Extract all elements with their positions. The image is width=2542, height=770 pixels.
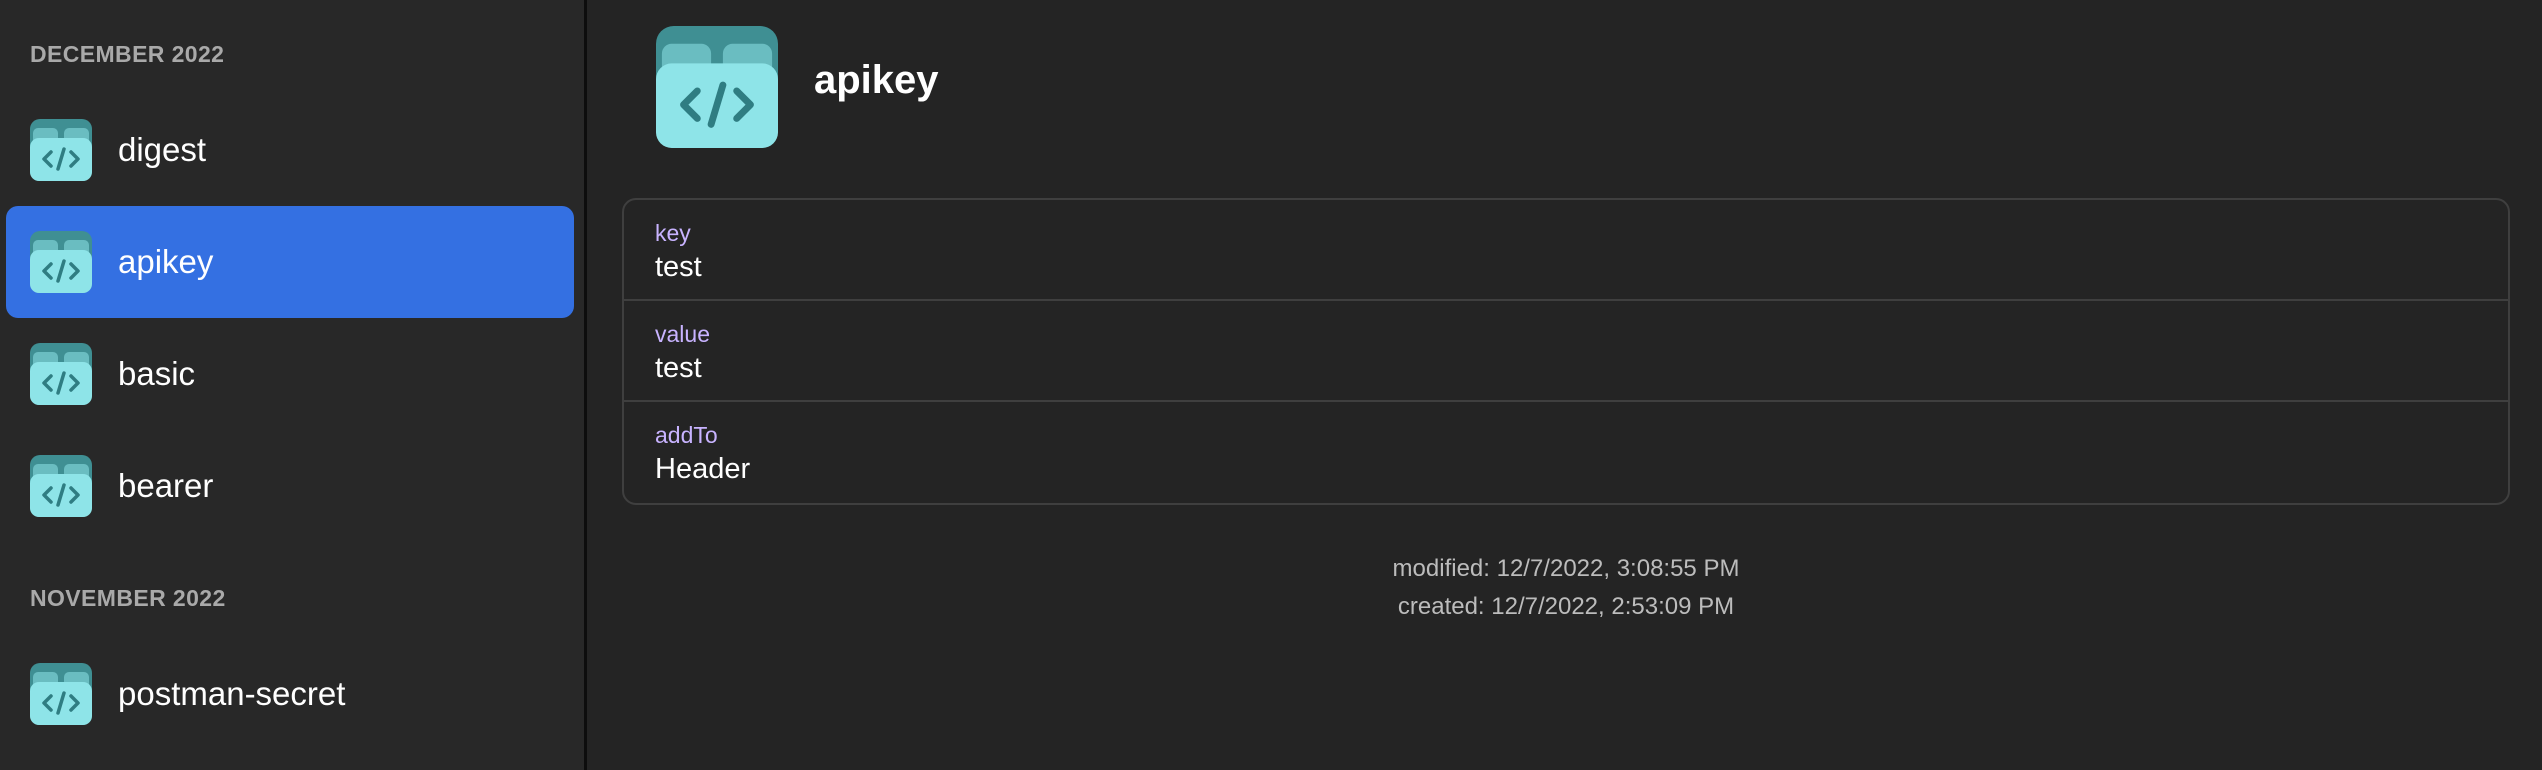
sidebar-item-basic[interactable]: basic bbox=[6, 318, 574, 430]
group-header-december-2022: DECEMBER 2022 bbox=[30, 41, 225, 67]
sidebar-item-label: basic bbox=[118, 355, 196, 392]
sidebar-item-label: postman-secret bbox=[118, 675, 346, 712]
field-value-text: test bbox=[655, 352, 702, 384]
sidebar-item-digest[interactable]: digest bbox=[6, 94, 574, 206]
code-file-icon bbox=[30, 343, 92, 405]
group-header-november-2022: NOVEMBER 2022 bbox=[30, 585, 226, 611]
code-file-icon bbox=[656, 26, 778, 148]
code-file-icon bbox=[30, 231, 92, 293]
field-value-text: Header bbox=[655, 453, 751, 485]
sidebar-item-apikey[interactable]: apikey bbox=[6, 206, 574, 318]
sidebar-item-postman-secret[interactable]: postman-secret bbox=[6, 638, 574, 750]
fields-list: key test value test addTo Header bbox=[622, 198, 2510, 505]
sidebar-item-bearer[interactable]: bearer bbox=[6, 430, 574, 542]
modified-timestamp: modified: 12/7/2022, 3:08:55 PM bbox=[1392, 555, 1740, 582]
sidebar-item-label: apikey bbox=[118, 243, 214, 280]
app-window: DECEMBER 2022 digest apikey basic bearer bbox=[0, 0, 2542, 770]
field-key-label: addTo bbox=[655, 422, 718, 448]
code-file-icon bbox=[30, 119, 92, 181]
code-file-icon bbox=[30, 663, 92, 725]
page-title: apikey bbox=[814, 58, 939, 102]
sidebar-item-label: bearer bbox=[118, 467, 214, 504]
sidebar: DECEMBER 2022 digest apikey basic bearer bbox=[0, 0, 587, 770]
field-row-value[interactable]: value test bbox=[624, 301, 2508, 402]
code-file-icon bbox=[30, 455, 92, 517]
field-key-label: key bbox=[655, 220, 691, 246]
sidebar-item-label: digest bbox=[118, 131, 207, 168]
field-key-label: value bbox=[655, 321, 710, 347]
created-timestamp: created: 12/7/2022, 2:53:09 PM bbox=[1397, 593, 1735, 620]
field-row-key[interactable]: key test bbox=[624, 200, 2508, 301]
field-value-text: test bbox=[655, 251, 702, 283]
field-row-addto[interactable]: addTo Header bbox=[624, 402, 2508, 503]
